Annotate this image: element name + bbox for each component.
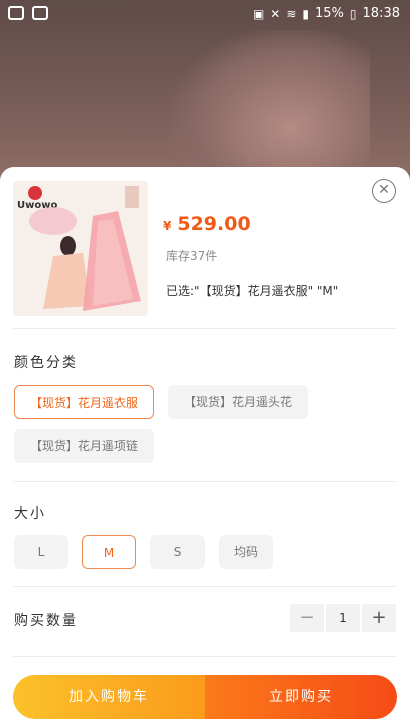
notification-icon [8, 6, 24, 20]
divider [13, 586, 397, 587]
color-option-headpiece[interactable]: 【现货】花月遥头花 [168, 385, 308, 419]
signal-icon: ▮ [302, 6, 310, 21]
clock: 18:38 [362, 6, 400, 21]
quantity-value[interactable]: 1 [326, 604, 360, 632]
size-option-one-size[interactable]: 均码 [219, 535, 273, 569]
size-option-s[interactable]: S [150, 535, 205, 569]
stock-count: 库存37件 [166, 249, 218, 263]
price-amount: 529.00 [177, 213, 251, 235]
divider [13, 481, 397, 482]
size-option-m[interactable]: M [82, 535, 136, 569]
divider [13, 328, 397, 329]
quantity-stepper: − 1 + [290, 604, 396, 632]
battery-saver-icon: ▣ [252, 6, 265, 21]
product-price: ¥529.00 [163, 213, 251, 235]
divider [13, 656, 397, 657]
add-to-cart-button[interactable]: 加入购物车 [13, 675, 205, 719]
size-option-l[interactable]: L [14, 535, 68, 569]
background-product-image [170, 30, 370, 170]
mute-icon: ✕ [270, 6, 281, 21]
battery-icon: ▯ [349, 6, 357, 21]
image-icon [32, 6, 48, 20]
quantity-label: 购买数量 [14, 613, 78, 629]
close-icon[interactable]: ✕ [372, 179, 396, 203]
buy-now-button[interactable]: 立即购买 [205, 675, 397, 719]
status-bar: ▣ ✕ ≋ ▮ 15% ▯ 18:38 [0, 0, 410, 28]
size-section-title: 大小 [14, 506, 46, 522]
selected-summary: 已选:"【现货】花月遥衣服" "M" [166, 284, 339, 298]
color-section-title: 颜色分类 [14, 355, 78, 371]
product-thumbnail[interactable]: Uwowo [13, 181, 148, 316]
increase-button[interactable]: + [362, 604, 396, 632]
wifi-icon: ≋ [286, 6, 297, 21]
currency-symbol: ¥ [163, 219, 172, 233]
battery-percent: 15% [315, 6, 344, 21]
decrease-button[interactable]: − [290, 604, 324, 632]
color-option-necklace[interactable]: 【现货】花月遥项链 [14, 429, 154, 463]
sku-selector-sheet: ✕ Uwowo ¥529.00 库存37件 已选:"【现货】花月遥衣服" "M"… [0, 167, 410, 728]
color-option-clothes[interactable]: 【现货】花月遥衣服 [14, 385, 154, 419]
action-bar: 加入购物车 立即购买 [13, 675, 397, 719]
